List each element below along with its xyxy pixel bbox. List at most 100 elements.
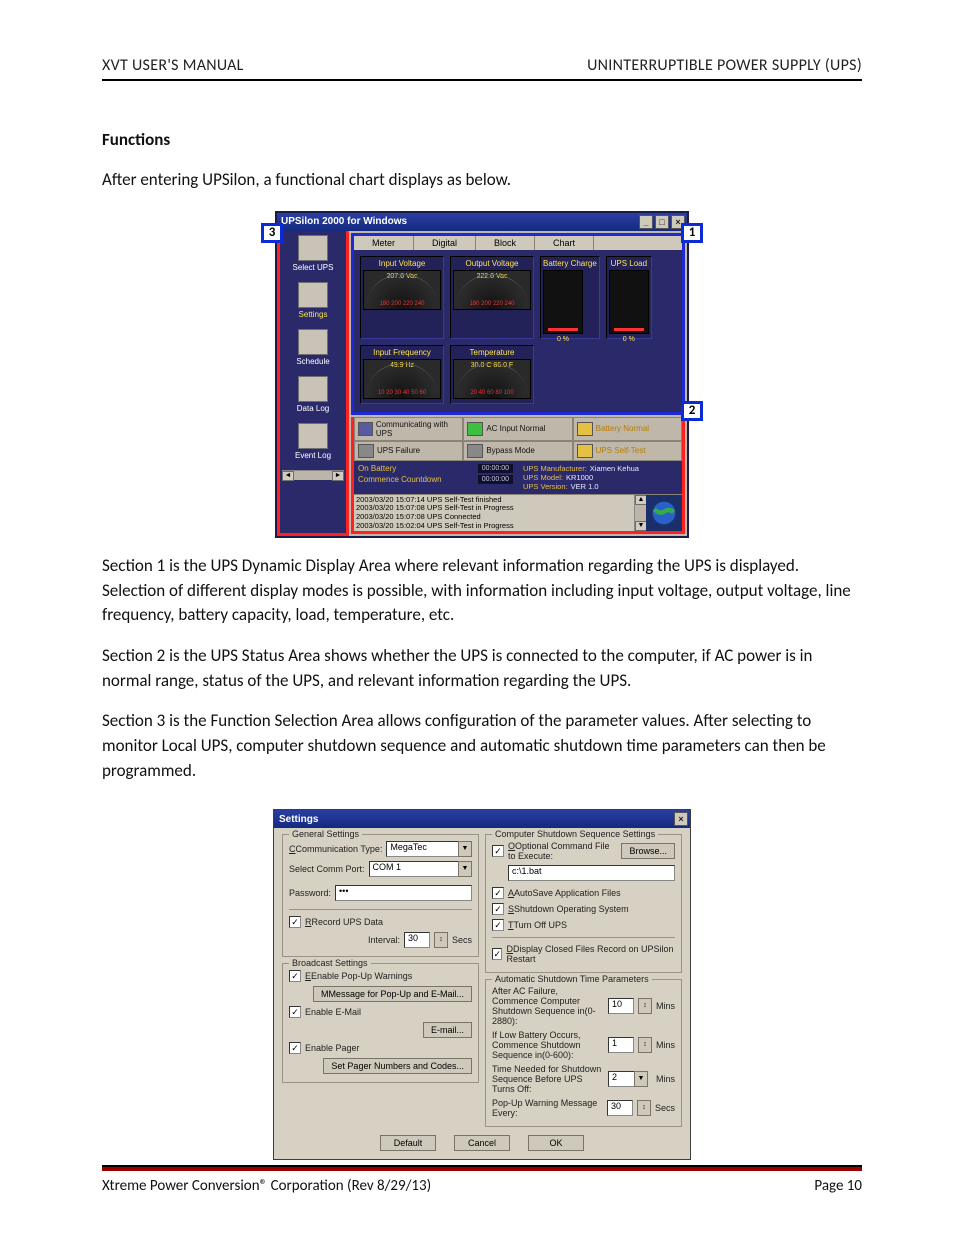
gauge-icon: 49.9 Hz10 20 30 40 50 60: [363, 359, 441, 399]
footer-left: Xtreme Power Conversion® Corporation (Re…: [102, 1177, 431, 1195]
display-area: Input Voltage 207.6 Vac180 200 220 240 O…: [351, 250, 685, 415]
lowbatt-label: If Low Battery Occurs, Commence Shutdown…: [492, 1030, 604, 1060]
spin-icon[interactable]: ↕: [638, 1037, 652, 1053]
shutos-label: SShutdown Operating System: [508, 904, 629, 914]
spin-icon[interactable]: ↕: [434, 932, 448, 948]
lowbatt-input[interactable]: 1: [608, 1037, 634, 1053]
sidebar-item-event-log[interactable]: Event Log: [280, 423, 346, 460]
tab-digital[interactable]: Digital: [414, 236, 476, 250]
comm-type-label: CCommunication Type:: [289, 844, 382, 854]
spin-icon[interactable]: ↕: [637, 1100, 651, 1116]
timeneeded-input[interactable]: 2: [608, 1071, 634, 1087]
tab-block[interactable]: Block: [476, 236, 535, 250]
calendar-icon: [298, 329, 328, 355]
countdown-value: 00:00:00: [478, 475, 513, 484]
default-button[interactable]: Default: [380, 1135, 436, 1151]
record-label: RRecord UPS Data: [305, 917, 383, 927]
status-text: Bypass Mode: [486, 446, 534, 455]
cancel-button[interactable]: Cancel: [454, 1135, 510, 1151]
scroll-left-icon[interactable]: ◄: [282, 471, 294, 481]
email-button[interactable]: E-mail...: [423, 1022, 472, 1038]
section-title: Functions: [102, 129, 862, 150]
sidebar-item-settings[interactable]: Settings: [280, 282, 346, 319]
gauge-ticks: 180 200 220 240: [454, 301, 530, 307]
popup-every-input[interactable]: 30: [607, 1100, 633, 1116]
autosave-checkbox[interactable]: ✓: [492, 887, 504, 899]
unit-mins: Mins: [656, 1040, 675, 1050]
sidebar-item-select-ups[interactable]: Select UPS: [280, 235, 346, 272]
timeneeded-label: Time Needed for Shutdown Sequence Before…: [492, 1064, 604, 1094]
log-scrollbar[interactable]: ▲ ▼: [634, 495, 646, 532]
dropdown-icon[interactable]: ▼: [634, 1071, 648, 1087]
status-area: Communicating with UPS AC Input Normal B…: [351, 417, 685, 535]
model-value: KR1000: [566, 473, 593, 482]
popup-checkbox[interactable]: ✓: [289, 970, 301, 982]
panel-title: Input Frequency: [363, 348, 441, 357]
bar-icon: 0 %: [609, 270, 649, 334]
ok-button[interactable]: OK: [528, 1135, 584, 1151]
maximize-button[interactable]: □: [655, 215, 669, 229]
acfail-input[interactable]: 10: [608, 998, 634, 1014]
email-checkbox[interactable]: ✓: [289, 1006, 301, 1018]
sidebar-scroll[interactable]: ◄ ►: [282, 470, 344, 480]
browse-button[interactable]: Browse...: [621, 843, 675, 859]
panel-input-frequency: Input Frequency 49.9 Hz10 20 30 40 50 60: [360, 345, 444, 404]
record-checkbox[interactable]: ✓: [289, 916, 301, 928]
sidebar-item-schedule[interactable]: Schedule: [280, 329, 346, 366]
group-title: Broadcast Settings: [289, 958, 371, 968]
tab-chart[interactable]: Chart: [535, 236, 594, 250]
gauge-ticks: 20 40 60 80 100: [454, 390, 530, 396]
test-icon: [577, 444, 593, 458]
message-button[interactable]: MMessage for Pop-Up and E-Mail...: [313, 986, 472, 1002]
dcf-checkbox[interactable]: ✓: [492, 948, 502, 960]
status-self-test: UPS Self-Test: [573, 441, 682, 461]
dropdown-icon[interactable]: ▼: [458, 861, 472, 877]
settings-dialog: Settings × General Settings CCommunicati…: [273, 809, 691, 1160]
display-tabs: Meter Digital Block Chart: [351, 233, 685, 250]
pager-button[interactable]: Set Pager Numbers and Codes...: [323, 1058, 472, 1074]
unit-mins: Mins: [656, 1001, 675, 1011]
comm-type-combo[interactable]: MegaTec▼: [386, 841, 472, 857]
callout-2: 2: [681, 401, 703, 421]
port-combo[interactable]: COM 1▼: [369, 861, 472, 877]
password-input[interactable]: •••: [335, 885, 472, 901]
panel-input-voltage: Input Voltage 207.6 Vac180 200 220 240: [360, 256, 444, 339]
status-bypass: Bypass Mode: [463, 441, 572, 461]
header-left: XVT USER'S MANUAL: [102, 56, 244, 75]
status-text: UPS Self-Test: [596, 446, 646, 455]
shutos-checkbox[interactable]: ✓: [492, 903, 504, 915]
status-text: Battery Normal: [596, 424, 649, 433]
dropdown-icon[interactable]: ▼: [458, 841, 472, 857]
interval-input[interactable]: 30: [404, 932, 430, 948]
magnifier-icon: [298, 235, 328, 261]
log-row: 2003/03/20 15:02:04 UPS Self-Test in Pro…: [356, 522, 632, 531]
tab-meter[interactable]: Meter: [354, 236, 414, 250]
link-icon: [358, 422, 373, 436]
pager-checkbox[interactable]: ✓: [289, 1042, 301, 1054]
panel-title: Temperature: [453, 348, 531, 357]
para-section-2: Section 2 is the UPS Status Area shows w…: [102, 644, 862, 693]
titlebar[interactable]: UPSilon 2000 for Windows _ □ ×: [277, 213, 687, 231]
dialog-titlebar[interactable]: Settings ×: [274, 810, 690, 828]
battery-icon: [577, 422, 593, 436]
spin-icon[interactable]: ↕: [638, 998, 652, 1014]
panel-title: UPS Load: [609, 259, 649, 268]
turnoff-checkbox[interactable]: ✓: [492, 919, 504, 931]
sidebar-item-data-log[interactable]: Data Log: [280, 376, 346, 413]
bypass-icon: [467, 444, 483, 458]
sidebar-label: Settings: [299, 310, 328, 319]
status-comm: Communicating with UPS: [354, 417, 463, 441]
minimize-button[interactable]: _: [639, 215, 653, 229]
dialog-close-button[interactable]: ×: [674, 812, 688, 826]
panel-title: Battery Charge: [543, 259, 597, 268]
list-icon: [298, 423, 328, 449]
optfile-checkbox[interactable]: ✓: [492, 845, 504, 857]
globe-icon: [646, 495, 682, 532]
general-settings-group: General Settings CCommunication Type: Me…: [282, 834, 479, 957]
para-section-3: Section 3 is the Function Selection Area…: [102, 709, 862, 783]
status-text: AC Input Normal: [486, 424, 545, 433]
dcf-label: DDisplay Closed Files Record on UPSilon …: [506, 944, 675, 964]
unit-mins: Mins: [656, 1074, 675, 1084]
command-file-input[interactable]: c:\1.bat: [508, 865, 675, 881]
scroll-right-icon[interactable]: ►: [332, 471, 344, 481]
